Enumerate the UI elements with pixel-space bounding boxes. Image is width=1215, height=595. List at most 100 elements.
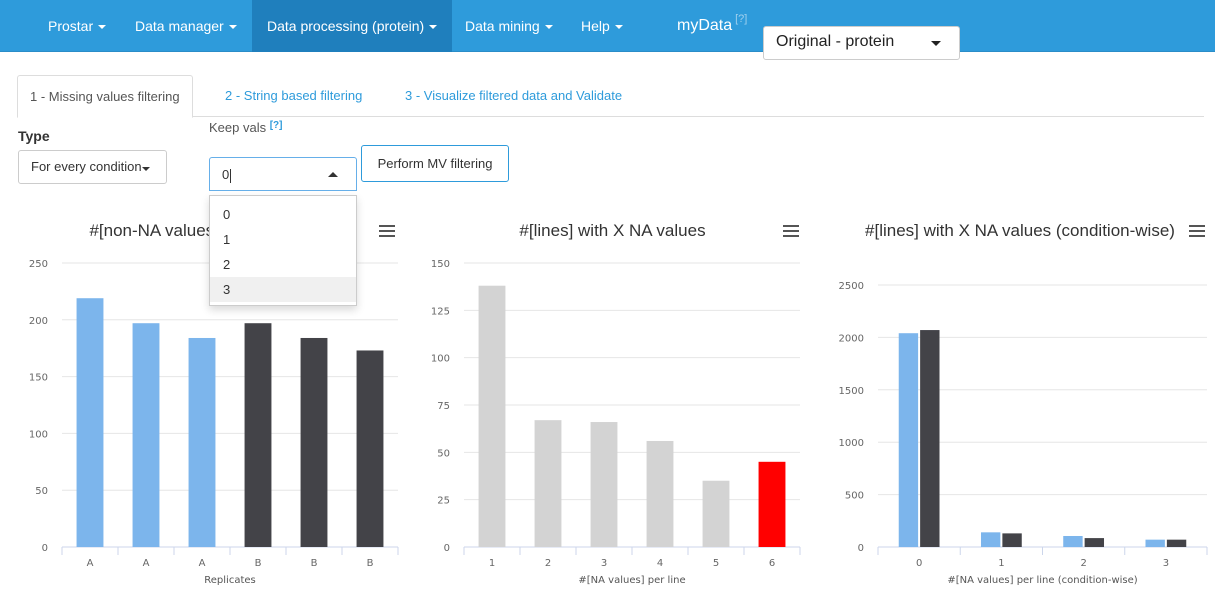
y-tick-label: 150 [431, 259, 450, 270]
nav-data-processing[interactable]: Data processing (protein) [252, 0, 453, 52]
bar [646, 440, 674, 547]
bar [132, 323, 160, 547]
tab-missing-values-filtering[interactable]: 1 - Missing values filtering [17, 75, 193, 118]
x-axis-label: #[NA values] per line [578, 575, 685, 586]
x-tick-label: 3 [601, 558, 607, 569]
nav-help[interactable]: Help [566, 0, 638, 52]
keep-vals-option[interactable]: 3 [210, 277, 356, 302]
y-tick-label: 0 [42, 543, 48, 554]
chevron-down-icon [429, 25, 438, 30]
y-tick-label: 100 [431, 354, 450, 365]
x-tick-label: 2 [1080, 558, 1086, 569]
nav-prostar[interactable]: Prostar [33, 0, 121, 52]
keep-vals-option[interactable]: 2 [210, 252, 356, 277]
chevron-down-icon [98, 25, 107, 30]
nav-data-mining[interactable]: Data mining [450, 0, 568, 52]
bar [702, 480, 730, 547]
bar [300, 337, 328, 547]
nav-data-manager-label: Data manager [135, 18, 224, 34]
x-tick-label: 2 [545, 558, 551, 569]
x-tick-label: 6 [769, 558, 775, 569]
y-tick-label: 0 [444, 543, 450, 554]
keep-vals-option[interactable]: 1 [210, 227, 356, 252]
y-tick-label: 50 [437, 448, 450, 459]
chart-2-menu-icon[interactable] [783, 225, 799, 237]
x-tick-label: B [311, 558, 318, 569]
text-cursor [230, 168, 232, 183]
y-tick-label: 1000 [839, 438, 864, 449]
bar [1084, 538, 1105, 547]
y-tick-label: 500 [845, 491, 864, 502]
bar [1145, 539, 1165, 547]
x-tick-label: A [87, 558, 94, 569]
chart-2-na-per-line: 0 25 50 75 100 125 150 1 2 3 4 5 6 #[NA values] per l… [431, 259, 801, 586]
filter-tabs: 1 - Missing values filtering 2 - String … [17, 75, 1204, 118]
keep-vals-select[interactable]: 0 [209, 157, 357, 191]
caret-up-icon [328, 172, 338, 177]
bar [1166, 539, 1187, 547]
type-select-value: For every condition [31, 159, 142, 174]
dataset-select[interactable]: Original - protein [763, 26, 960, 60]
bar [356, 350, 384, 547]
chevron-down-icon [544, 25, 553, 30]
caret-down-icon [142, 167, 150, 171]
x-tick-label: B [367, 558, 374, 569]
bar [758, 461, 786, 547]
nav-data-manager[interactable]: Data manager [120, 0, 252, 52]
tab-visualize-and-validate[interactable]: 3 - Visualize filtered data and Validate [393, 75, 634, 117]
x-axis-label: Replicates [204, 575, 255, 586]
caret-down-icon [931, 41, 941, 46]
perform-mv-filtering-button[interactable]: Perform MV filtering [361, 145, 509, 182]
x-tick-label: B [255, 558, 262, 569]
x-tick-label: 5 [713, 558, 719, 569]
chevron-down-icon [614, 25, 623, 30]
chart-2-title: #[lines] with X NA values [519, 221, 706, 240]
y-tick-label: 50 [35, 486, 48, 497]
keep-vals-label: Keep vals [?] [209, 120, 283, 135]
bar [478, 285, 506, 547]
chart-3-title: #[lines] with X NA values (condition-wis… [865, 221, 1175, 240]
tab-string-based-filtering[interactable]: 2 - String based filtering [213, 75, 374, 117]
y-tick-label: 100 [29, 429, 48, 440]
x-tick-label: 1 [489, 558, 495, 569]
x-tick-label: 4 [657, 558, 663, 569]
mydata-text: myData [677, 17, 733, 34]
x-tick-label: 0 [916, 558, 922, 569]
y-tick-label: 0 [858, 543, 864, 554]
keep-vals-label-text: Keep vals [209, 120, 267, 135]
mydata-label: myData [?] [677, 0, 747, 52]
dataset-select-value: Original - protein [776, 33, 895, 50]
nav-data-mining-label: Data mining [465, 18, 540, 34]
y-tick-label: 1500 [839, 386, 864, 397]
chevron-down-icon [228, 25, 237, 30]
type-label: Type [18, 128, 50, 144]
keep-vals-value: 0 [222, 167, 230, 182]
nav-help-label: Help [581, 18, 610, 34]
bar [898, 333, 919, 547]
y-tick-label: 150 [29, 373, 48, 384]
keep-vals-help-link[interactable]: [?] [270, 120, 283, 131]
bar [920, 330, 940, 547]
bar [1063, 535, 1083, 547]
navbar: Prostar Data manager Data processing (pr… [0, 0, 1215, 52]
y-tick-label: 200 [29, 316, 48, 327]
chart-1-menu-icon[interactable] [379, 225, 395, 237]
y-tick-label: 250 [29, 259, 48, 270]
bar [980, 532, 1001, 547]
type-select[interactable]: For every condition [18, 150, 167, 184]
x-tick-label: A [199, 558, 206, 569]
bar [1002, 533, 1022, 547]
x-tick-label: A [143, 558, 150, 569]
mydata-help-link[interactable]: [?] [735, 13, 747, 25]
x-axis-label: #[NA values] per line (condition-wise) [947, 575, 1137, 586]
nav-prostar-label: Prostar [48, 18, 94, 34]
chart-3-menu-icon[interactable] [1189, 225, 1205, 237]
y-tick-label: 2000 [839, 333, 864, 344]
keep-vals-dropdown: 0 1 2 3 [209, 195, 357, 306]
keep-vals-option[interactable]: 0 [210, 202, 356, 227]
x-tick-label: 1 [998, 558, 1004, 569]
bar [590, 422, 618, 547]
bar [244, 323, 272, 547]
bar [534, 420, 562, 547]
y-tick-label: 25 [437, 496, 450, 507]
